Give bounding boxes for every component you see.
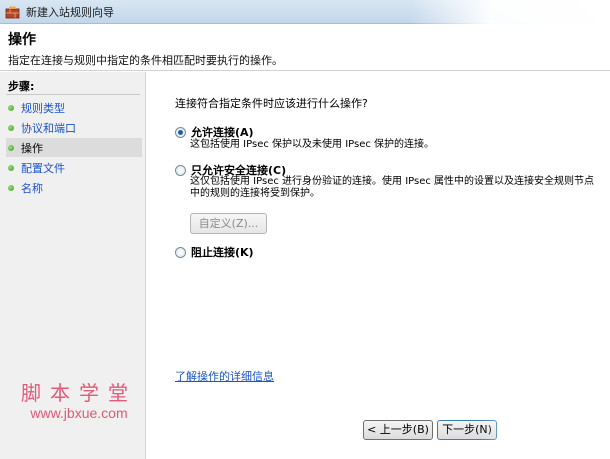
step-bullet-icon <box>8 164 14 171</box>
sidebar-item-label: 规则类型 <box>21 101 65 115</box>
watermark-url: www.jbxue.com <box>30 405 128 421</box>
watermark-text: 脚本学堂 <box>21 381 137 405</box>
window-controls <box>410 0 610 24</box>
back-button[interactable]: < 上一步(B) <box>363 420 433 440</box>
learn-more-link[interactable]: 了解操作的详细信息 <box>175 368 274 384</box>
sidebar-item-profile[interactable]: 配置文件 <box>6 158 142 177</box>
sidebar-item-name[interactable]: 名称 <box>6 178 142 197</box>
sidebar-item-action[interactable]: 操作 <box>6 138 142 157</box>
watermark: 脚本学堂 www.jbxue.com <box>18 382 140 422</box>
option-allow-description: 这包括使用 IPsec 保护以及未使用 IPsec 保护的连接。 <box>190 139 435 150</box>
radio-allow[interactable] <box>175 126 186 138</box>
option-allow-secure-description: 这仅包括使用 IPsec 进行身份验证的连接。使用 IPsec 属性中的设置以及… <box>190 176 595 199</box>
steps-label: 步骤: <box>8 80 35 93</box>
firewall-icon <box>5 6 20 19</box>
step-bullet-icon <box>8 104 14 111</box>
sidebar-item-rule-type[interactable]: 规则类型 <box>6 98 142 117</box>
option-allow-label[interactable]: 允许连接(A) <box>191 124 254 140</box>
sidebar-item-label: 配置文件 <box>21 161 65 175</box>
option-block[interactable]: 阻止连接(K) <box>175 244 254 260</box>
customize-button[interactable]: 自定义(Z)... <box>190 213 267 234</box>
page-description: 指定在连接与规则中指定的条件相匹配时要执行的操作。 <box>8 54 283 67</box>
page-header: 操作 指定在连接与规则中指定的条件相匹配时要执行的操作。 <box>0 24 610 71</box>
step-bullet-icon <box>8 124 14 131</box>
step-bullet-icon <box>8 144 14 151</box>
window-title: 新建入站规则向导 <box>26 5 114 19</box>
option-block-label[interactable]: 阻止连接(K) <box>191 244 254 260</box>
sidebar-item-label: 操作 <box>21 141 43 155</box>
steps-sidebar: 步骤: 规则类型 协议和端口 操作 配置文件 名称 脚本学堂 www.jbxue… <box>0 72 146 459</box>
radio-block[interactable] <box>175 246 186 258</box>
radio-allow-secure[interactable] <box>175 164 186 176</box>
option-allow[interactable]: 允许连接(A) <box>175 124 254 140</box>
action-question: 连接符合指定条件时应该进行什么操作? <box>175 97 368 110</box>
steps-divider <box>6 94 140 95</box>
sidebar-item-label: 名称 <box>21 181 43 195</box>
main-panel: 连接符合指定条件时应该进行什么操作? 允许连接(A) 这包括使用 IPsec 保… <box>147 72 610 459</box>
sidebar-item-label: 协议和端口 <box>21 121 76 135</box>
step-bullet-icon <box>8 184 14 191</box>
title-bar: 新建入站规则向导 <box>0 0 610 24</box>
edge-fade <box>480 402 610 459</box>
sidebar-item-protocol-ports[interactable]: 协议和端口 <box>6 118 142 137</box>
page-title: 操作 <box>8 32 36 48</box>
